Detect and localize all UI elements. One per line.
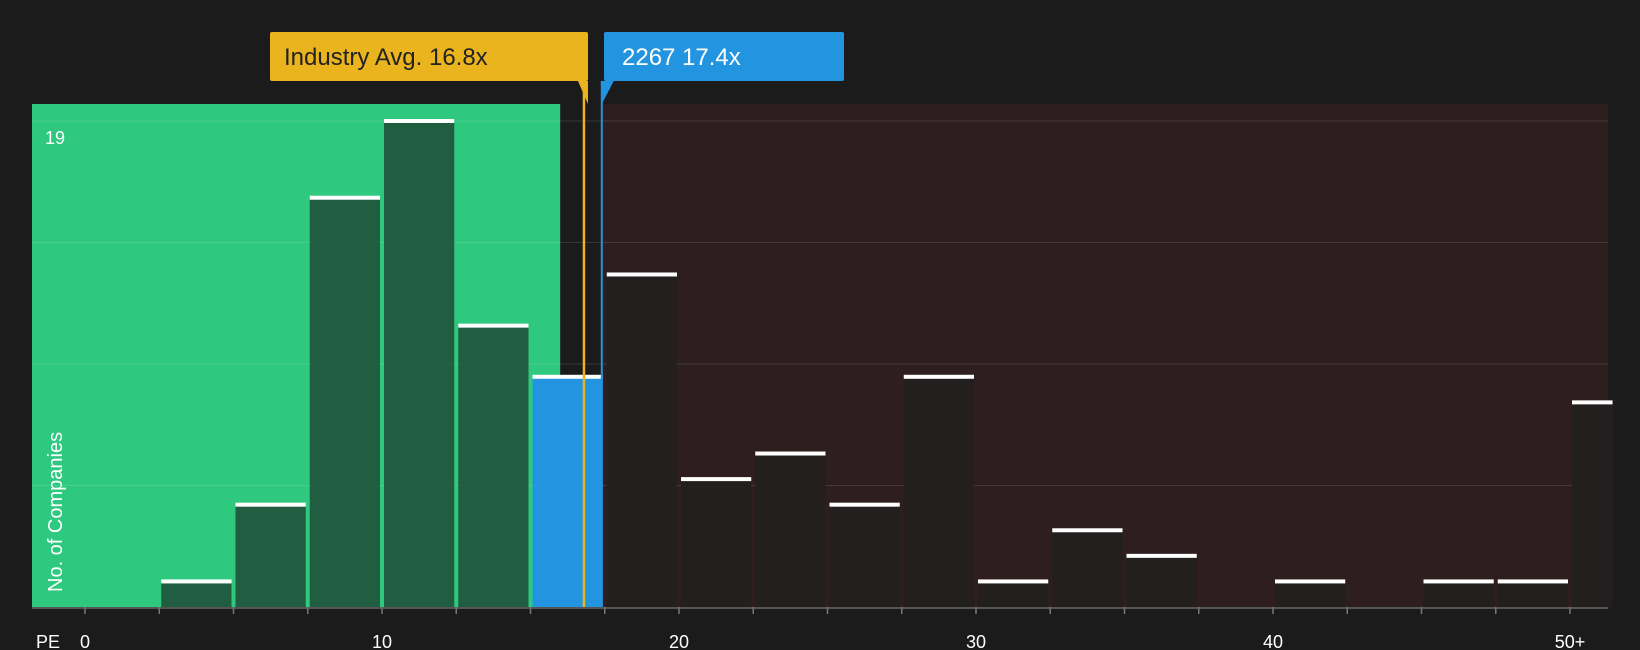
bar [532,376,603,607]
bar [755,453,826,607]
x-tick-label: 10 [372,632,392,650]
bar [235,504,306,607]
bar [1423,581,1494,607]
bar [1052,530,1123,607]
company-label: 2267 17.4x [622,44,741,71]
bar-cap [978,579,1049,584]
bar-cap [1052,528,1123,533]
bar [1126,555,1197,607]
bar [1497,581,1568,607]
bar-cap [161,579,232,584]
bar-cap [681,477,752,482]
bar [1275,581,1346,607]
y-max-label: 19 [45,128,65,148]
bar-cap [1497,579,1568,584]
x-tick-label: 30 [966,632,986,650]
bar-cap [829,502,900,507]
bar-cap [1423,579,1494,584]
bar [309,197,380,607]
bar [384,121,455,607]
bar [681,479,752,607]
bar-cap [903,374,974,379]
bar [903,376,974,607]
x-tick-label: 0 [80,632,90,650]
pe-distribution-chart: 0 10 20 30 40 50+ Industry Avg. 16.8x 2267 17… [0,0,1640,650]
bar [829,504,900,607]
bar-cap [384,119,455,123]
bar-cap [532,374,603,379]
bar [161,581,232,607]
bar-cap [606,272,677,277]
bar-cap [309,195,380,200]
bar-cap [1126,553,1197,558]
bar [458,325,529,607]
bar-cap [458,323,529,328]
x-tick-label: 40 [1263,632,1283,650]
industry-avg-label: Industry Avg. 16.8x [284,44,488,71]
y-axis-label: No. of Companies [45,432,67,592]
bar [606,274,677,607]
x-tick-label: 50+ [1555,632,1586,650]
x-tick-label: 20 [669,632,689,650]
bar [978,581,1049,607]
bar-cap [1275,579,1346,584]
bar-cap [1572,400,1613,405]
bar [1572,402,1613,607]
bar-cap [235,502,306,507]
x-axis-label: PE [36,632,60,650]
bar-cap [755,451,826,456]
